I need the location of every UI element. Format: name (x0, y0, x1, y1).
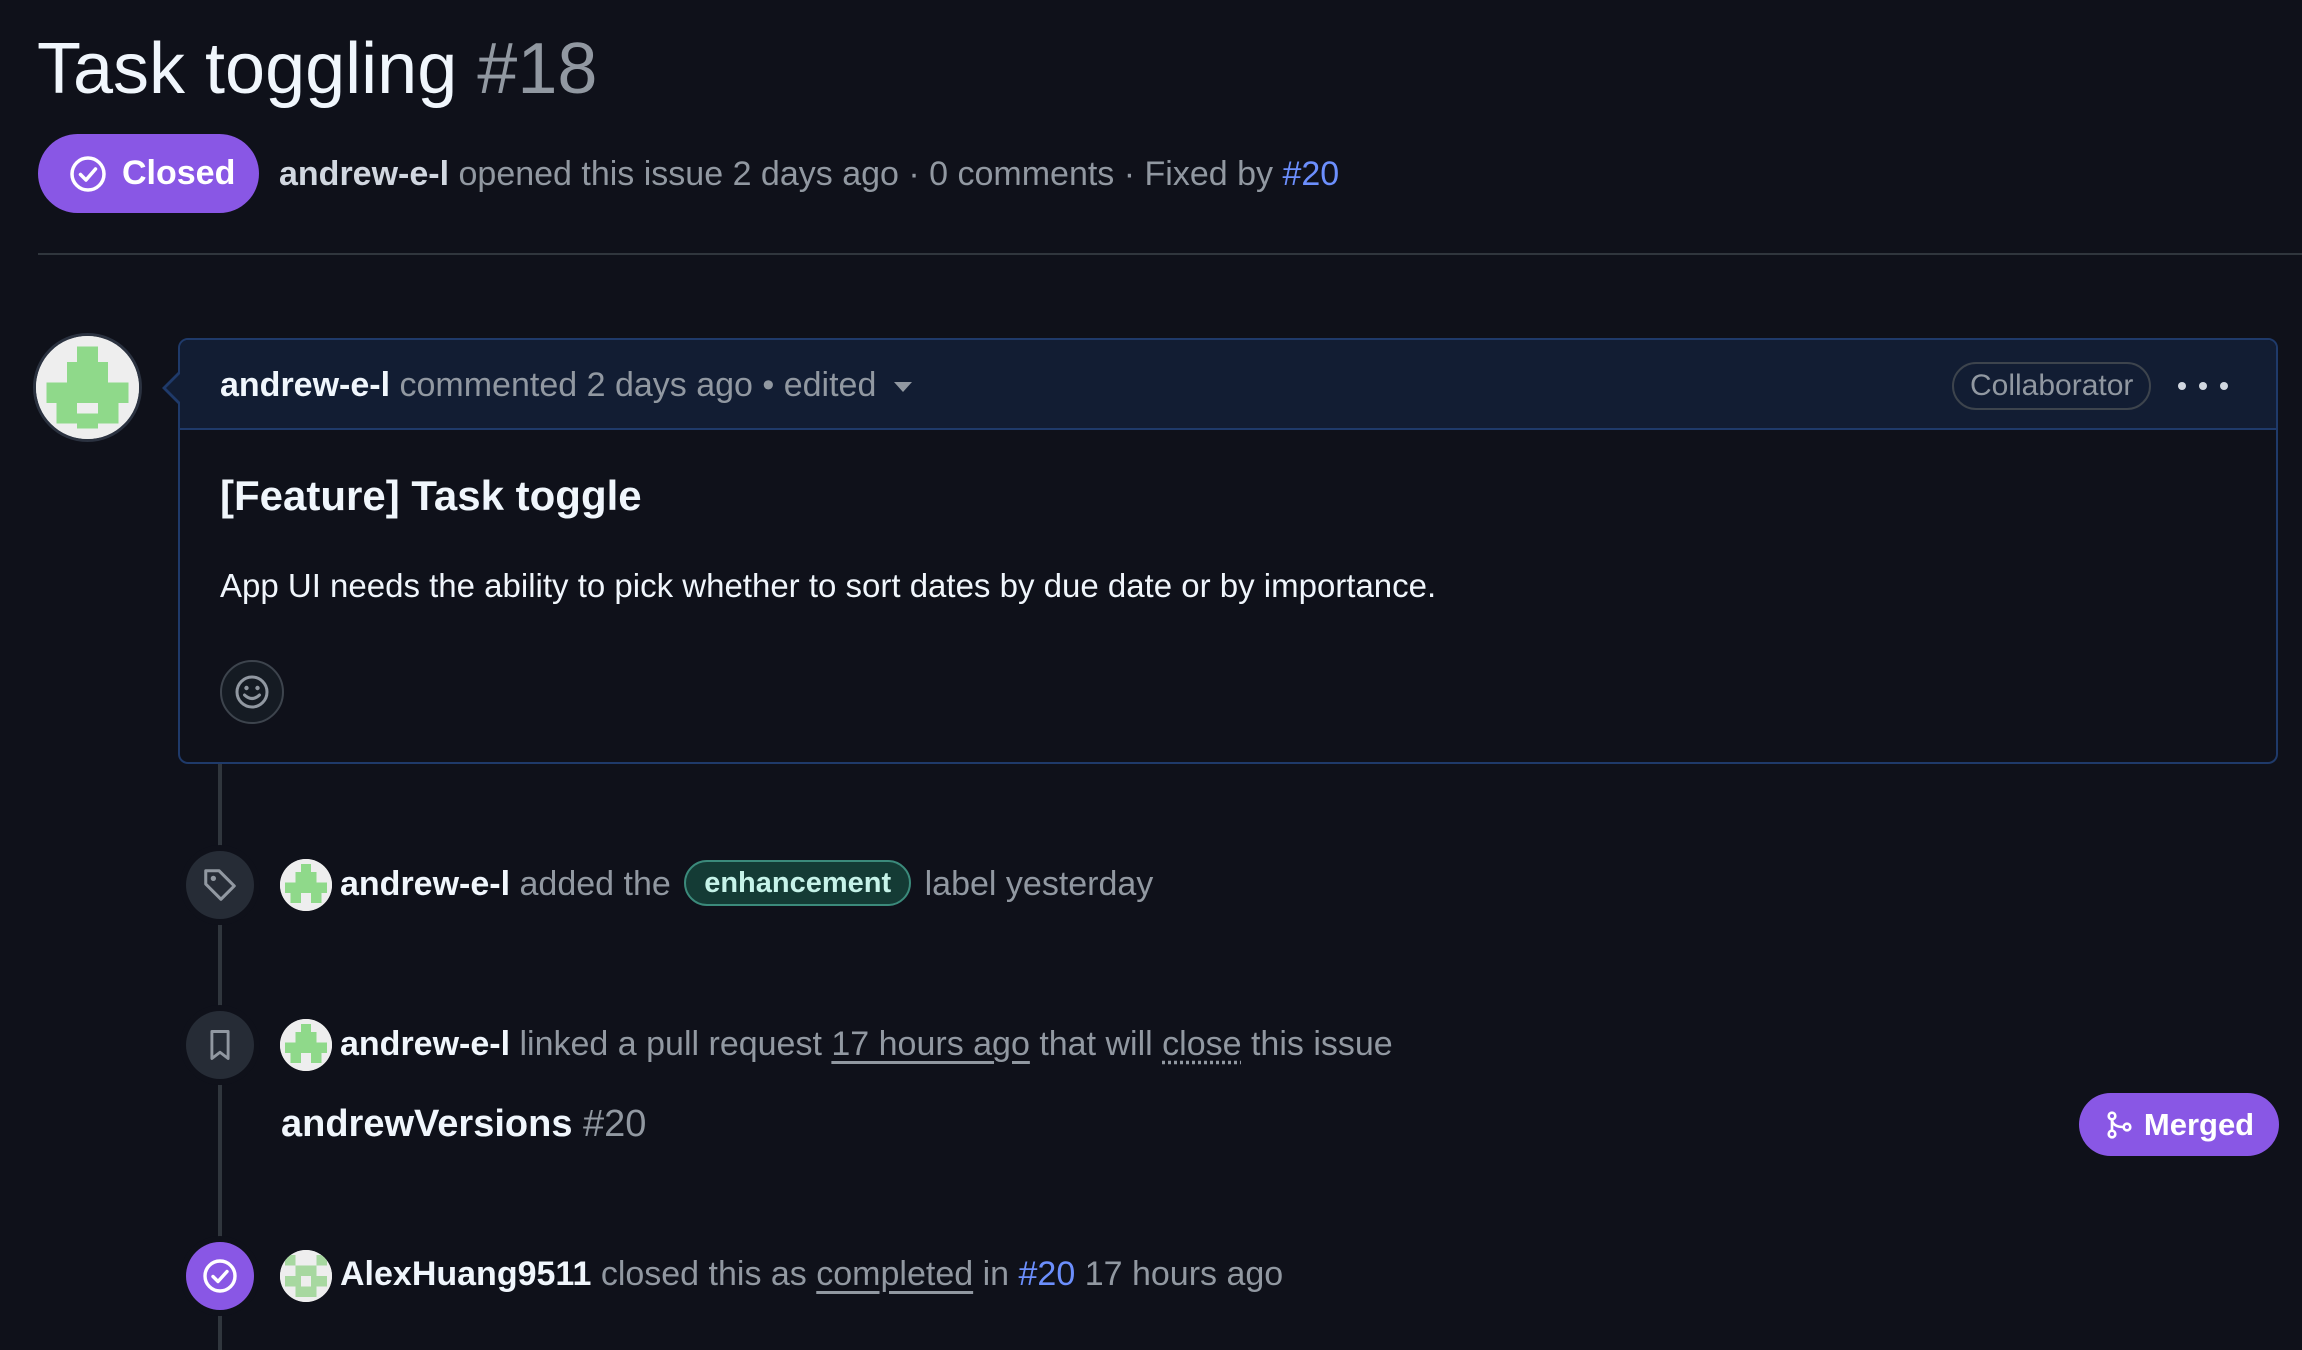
comment-body: App UI needs the ability to pick whether… (220, 567, 1437, 604)
header-divider (38, 253, 2302, 255)
close-event-author[interactable]: AlexHuang9511 (340, 1255, 591, 1293)
comment-meta-text: commented 2 days ago • edited (399, 366, 877, 404)
issue-state-label: Closed (122, 154, 236, 192)
linked-pr-title[interactable]: andrewVersions (281, 1103, 572, 1145)
close-event-avatar[interactable] (280, 1250, 332, 1302)
label-event-text: andrew-e-l added the enhancement label y… (340, 860, 1153, 909)
link-event-pre: linked a pull request (519, 1025, 822, 1063)
issue-author-link[interactable]: andrew-e-l (279, 155, 449, 193)
comment-box: andrew-e-l commented 2 days ago • edited… (178, 338, 2278, 764)
git-merge-icon (2107, 1110, 2132, 1139)
link-event-avatar[interactable] (280, 1019, 332, 1071)
link-event-close-keyword[interactable]: close (1162, 1025, 1241, 1063)
add-reaction-button[interactable] (220, 660, 284, 724)
check-circle-icon (203, 1259, 237, 1293)
label-event-avatar[interactable] (280, 859, 332, 911)
link-event-author[interactable]: andrew-e-l (340, 1025, 510, 1063)
close-event-text: AlexHuang9511 closed this as completed i… (340, 1250, 1283, 1298)
pr-merged-badge: Merged (2079, 1093, 2279, 1156)
smiley-icon (235, 675, 269, 709)
comment-author-avatar[interactable] (36, 336, 139, 439)
issue-title-text: Task toggling (37, 29, 458, 109)
label-event-post: label yesterday (924, 865, 1154, 903)
comment-options-kebab-icon[interactable] (2178, 364, 2228, 408)
issue-page: Task toggling #18 Closed andrew-e-l open… (0, 0, 2302, 1350)
comment-header: andrew-e-l commented 2 days ago • edited… (180, 340, 2276, 430)
close-event-in: in (982, 1255, 1010, 1293)
issue-number: #18 (477, 29, 598, 109)
comment-author-link[interactable]: andrew-e-l (220, 366, 390, 404)
close-event-ref-link[interactable]: #20 (1019, 1255, 1076, 1293)
link-event-post: this issue (1250, 1025, 1393, 1063)
label-event-icon (186, 851, 254, 919)
pr-merged-label: Merged (2143, 1106, 2255, 1142)
issue-state-badge: Closed (38, 134, 259, 213)
comment-pointer-fill (166, 374, 180, 402)
close-event-reason[interactable]: completed (816, 1255, 973, 1293)
linked-pr: andrewVersions #20 (281, 1098, 646, 1150)
link-event-text: andrew-e-l linked a pull request 17 hour… (340, 1020, 1393, 1068)
label-event-author[interactable]: andrew-e-l (340, 865, 510, 903)
comment-heading: [Feature] Task toggle (220, 472, 642, 519)
link-event-mid: that will (1039, 1025, 1153, 1063)
bookmark-icon (210, 1030, 230, 1060)
issue-meta: andrew-e-l opened this issue 2 days ago … (279, 150, 1339, 198)
link-event-icon (186, 1011, 254, 1079)
comment-meta: andrew-e-l commented 2 days ago • edited (220, 362, 913, 408)
tag-icon (204, 869, 236, 901)
close-event-time: 17 hours ago (1084, 1255, 1284, 1293)
comment-edited-toggle[interactable]: commented 2 days ago • edited (400, 366, 913, 404)
link-event-time[interactable]: 17 hours ago (831, 1025, 1030, 1063)
fixed-by-pr-link[interactable]: #20 (1282, 155, 1339, 193)
close-event-pre: closed this as (600, 1255, 807, 1293)
enhancement-label[interactable]: enhancement (684, 860, 912, 907)
issue-opened-text: opened this issue 2 days ago · 0 comment… (458, 155, 1274, 193)
collaborator-badge: Collaborator (1952, 362, 2152, 410)
issue-title: Task toggling #18 (37, 24, 597, 114)
close-event-icon (186, 1242, 254, 1310)
label-event-pre: added the (519, 865, 671, 903)
caret-down-icon (894, 382, 913, 393)
issue-closed-icon (70, 155, 106, 192)
linked-pr-number: #20 (583, 1103, 647, 1145)
